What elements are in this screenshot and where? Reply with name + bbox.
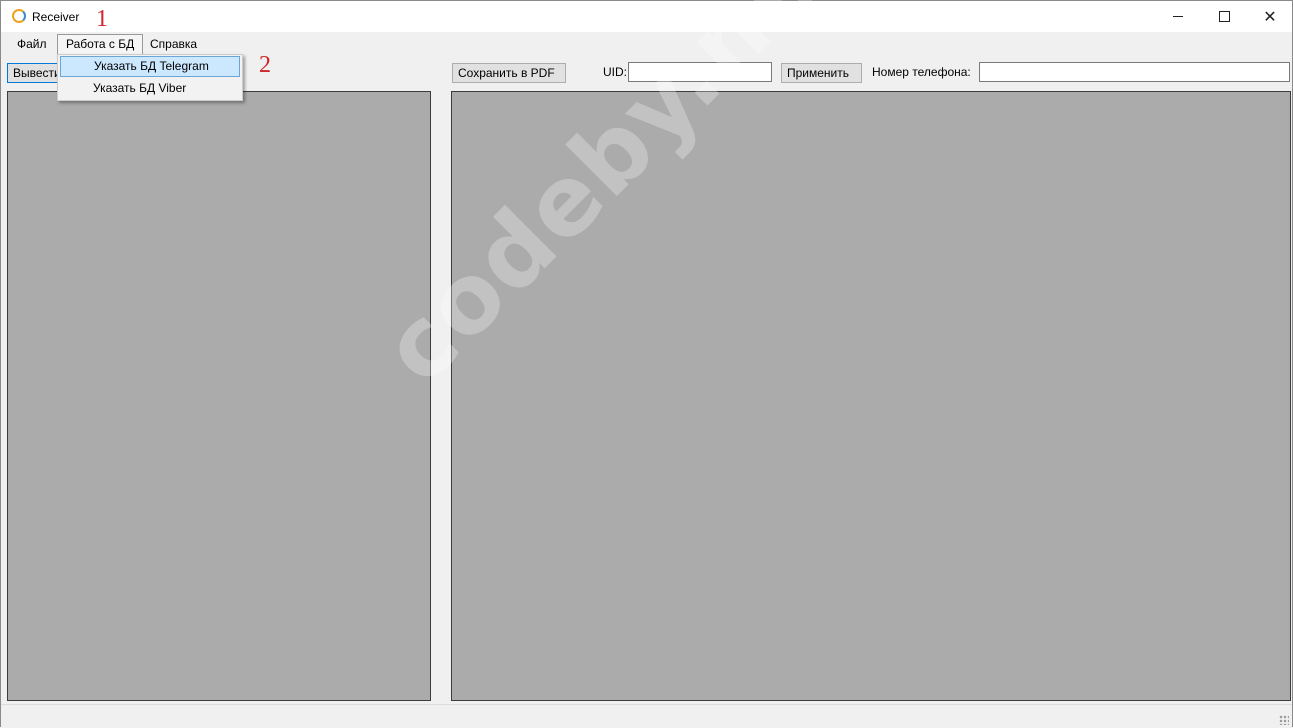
minimize-icon <box>1173 16 1183 17</box>
minimize-button[interactable] <box>1155 1 1201 32</box>
close-button[interactable]: ✕ <box>1247 1 1293 32</box>
menu-file[interactable]: Файл <box>9 34 55 54</box>
uid-label: UID: <box>603 65 627 79</box>
menu-database[interactable]: Работа с БД <box>57 34 144 55</box>
phone-label: Номер телефона: <box>872 65 971 79</box>
app-window: Receiver 1 ✕ Файл Работа с БД Справка Вы… <box>0 0 1293 728</box>
annotation-marker-1: 1 <box>96 6 108 32</box>
menu-item-telegram-db[interactable]: Указать БД Telegram <box>60 56 240 77</box>
annotation-marker-2: 2 <box>259 52 271 78</box>
resize-grip-icon[interactable] <box>1279 715 1289 725</box>
close-icon: ✕ <box>1263 8 1277 26</box>
maximize-icon <box>1218 11 1230 22</box>
app-icon <box>12 9 26 23</box>
uid-input[interactable] <box>628 62 772 82</box>
save-pdf-button[interactable]: Сохранить в PDF <box>452 63 566 83</box>
menu-bar: Файл Работа с БД Справка <box>1 34 1292 55</box>
status-bar <box>1 704 1292 728</box>
title-bar[interactable]: Receiver 1 ✕ <box>1 1 1292 32</box>
right-panel[interactable] <box>451 91 1291 701</box>
menu-item-viber-db[interactable]: Указать БД Viber <box>60 78 240 99</box>
maximize-button[interactable] <box>1201 1 1247 32</box>
apply-button[interactable]: Применить <box>781 63 862 83</box>
left-panel[interactable] <box>7 91 431 701</box>
menu-help[interactable]: Справка <box>142 34 205 54</box>
database-dropdown-menu: Указать БД Telegram Указать БД Viber <box>57 54 243 101</box>
window-title: Receiver <box>32 10 80 24</box>
phone-input[interactable] <box>979 62 1290 82</box>
